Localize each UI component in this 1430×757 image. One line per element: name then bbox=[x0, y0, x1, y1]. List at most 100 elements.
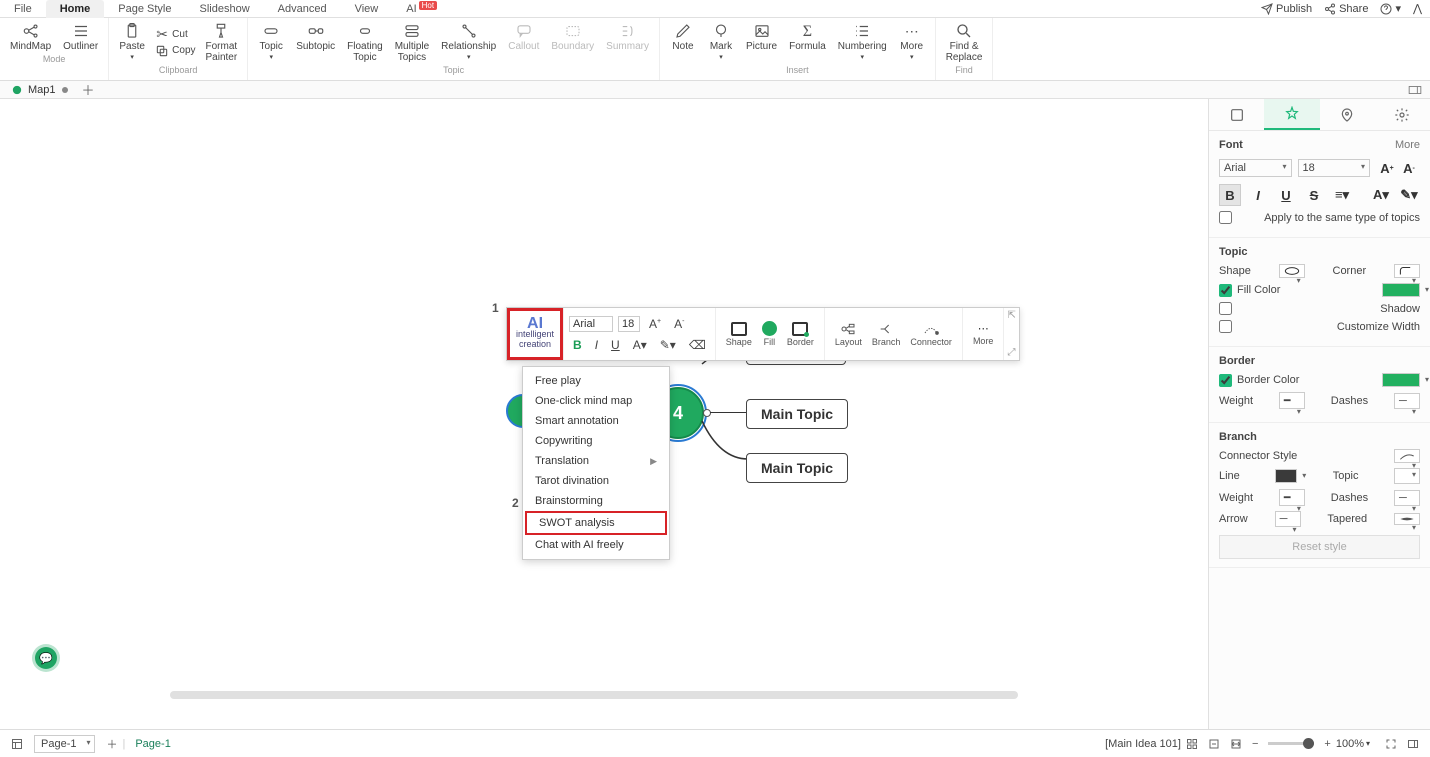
font-color[interactable]: A▾ bbox=[1370, 184, 1392, 206]
zoom-slider[interactable] bbox=[1268, 742, 1314, 745]
copy-button[interactable]: Copy bbox=[151, 43, 199, 59]
ai-creation-button[interactable]: AI intelligent creation bbox=[507, 308, 563, 360]
border-color-swatch[interactable] bbox=[1382, 373, 1420, 387]
publish-button[interactable]: Publish bbox=[1261, 2, 1312, 15]
ai-swot-analysis[interactable]: SWOT analysis bbox=[525, 511, 667, 535]
boundary-button[interactable]: Boundary bbox=[545, 20, 600, 65]
font-family-combo[interactable]: Arial bbox=[569, 316, 613, 332]
outliner-button[interactable]: Outliner bbox=[57, 20, 104, 54]
page-list-icon[interactable] bbox=[6, 738, 28, 750]
more-insert-button[interactable]: ⋯More▾ bbox=[893, 20, 931, 65]
ai-translation[interactable]: Translation▶ bbox=[523, 451, 669, 471]
formula-button[interactable]: ΣFormula bbox=[783, 20, 832, 65]
arrow-select[interactable]: ─ bbox=[1275, 511, 1301, 527]
doctab-map1[interactable]: Map1 bbox=[6, 84, 74, 96]
callout-button[interactable]: Callout bbox=[502, 20, 545, 65]
find-replace-button[interactable]: Find & Replace bbox=[940, 20, 989, 65]
collapse-ribbon[interactable]: ⋀ bbox=[1413, 2, 1422, 15]
ai-free-play[interactable]: Free play bbox=[523, 371, 669, 391]
main-topic-3[interactable]: Main Topic bbox=[746, 453, 848, 483]
highlight-btn[interactable]: ✎▾ bbox=[656, 336, 680, 354]
mindmap-button[interactable]: MindMap bbox=[4, 20, 57, 54]
align-toggle[interactable]: ≡▾ bbox=[1331, 184, 1353, 206]
reset-style-button[interactable]: Reset style bbox=[1219, 535, 1420, 559]
underline-toggle[interactable]: U bbox=[1275, 184, 1297, 206]
shape-btn[interactable]: Shape bbox=[721, 319, 757, 350]
expand-toolbar[interactable]: ⤢ bbox=[1007, 347, 1015, 358]
fill-color-check[interactable] bbox=[1219, 284, 1232, 297]
paste-button[interactable]: Paste▾ bbox=[113, 20, 151, 65]
tab-format[interactable] bbox=[1264, 99, 1319, 130]
menu-file[interactable]: File bbox=[0, 0, 46, 18]
bold-toggle[interactable]: B bbox=[1219, 184, 1241, 206]
add-page[interactable]: ＋ bbox=[101, 736, 122, 752]
help-button[interactable]: ▾ bbox=[1380, 2, 1401, 15]
chat-fab[interactable]: 💬 bbox=[35, 647, 57, 669]
fill-color-swatch[interactable] bbox=[1382, 283, 1420, 297]
custom-width-check[interactable] bbox=[1219, 320, 1232, 333]
tab-tag[interactable] bbox=[1320, 99, 1375, 130]
canvas[interactable]: 1 2 4 Main Topic Main Topic AI intellige… bbox=[0, 99, 1208, 729]
border-dashes-select[interactable]: ─ bbox=[1394, 393, 1420, 409]
shrink-font[interactable]: A- bbox=[670, 315, 688, 333]
font-size-select[interactable]: 18 bbox=[1298, 159, 1371, 177]
horizontal-scrollbar[interactable] bbox=[170, 691, 1018, 699]
cut-button[interactable]: ✂Cut bbox=[151, 27, 199, 43]
format-painter-button[interactable]: Format Painter bbox=[200, 20, 244, 65]
tapered-select[interactable] bbox=[1394, 513, 1420, 525]
apply-same-type-check[interactable] bbox=[1219, 211, 1232, 224]
grow-font-btn[interactable]: A+ bbox=[1376, 157, 1398, 179]
node-handle[interactable] bbox=[703, 409, 711, 417]
ai-chat-freely[interactable]: Chat with AI freely bbox=[523, 535, 669, 555]
fill-btn[interactable]: Fill bbox=[757, 318, 782, 350]
ai-brainstorming[interactable]: Brainstorming bbox=[523, 491, 669, 511]
topic-button[interactable]: Topic▾ bbox=[252, 20, 290, 65]
view-fit-width[interactable] bbox=[1225, 738, 1247, 750]
ai-smart-annotation[interactable]: Smart annotation bbox=[523, 411, 669, 431]
grow-font[interactable]: A+ bbox=[645, 315, 665, 333]
ai-tarot[interactable]: Tarot divination bbox=[523, 471, 669, 491]
zoom-value[interactable]: 100% bbox=[1336, 738, 1364, 750]
subtopic-button[interactable]: Subtopic bbox=[290, 20, 341, 65]
zoom-in[interactable]: + bbox=[1319, 738, 1335, 750]
menu-advanced[interactable]: Advanced bbox=[264, 0, 341, 18]
menu-home[interactable]: Home bbox=[46, 0, 105, 18]
share-button[interactable]: Share bbox=[1324, 2, 1368, 15]
layout-btn[interactable]: Layout bbox=[830, 319, 867, 350]
numbering-button[interactable]: Numbering▾ bbox=[832, 20, 893, 65]
border-btn[interactable]: Border bbox=[782, 319, 819, 350]
branch-weight-select[interactable]: ━ bbox=[1279, 489, 1305, 506]
tab-style[interactable] bbox=[1209, 99, 1264, 130]
panel-toggle[interactable] bbox=[1408, 85, 1430, 95]
fullscreen[interactable] bbox=[1380, 738, 1402, 750]
menu-slideshow[interactable]: Slideshow bbox=[186, 0, 264, 18]
bold-btn[interactable]: B bbox=[569, 336, 586, 354]
menu-ai[interactable]: AIHot bbox=[392, 0, 451, 18]
font-more[interactable]: More bbox=[1395, 139, 1420, 151]
relationship-button[interactable]: Relationship▾ bbox=[435, 20, 502, 65]
mark-button[interactable]: Mark▾ bbox=[702, 20, 740, 65]
italic-toggle[interactable]: I bbox=[1247, 184, 1269, 206]
toolbar-more-btn[interactable]: ⋯More bbox=[968, 319, 999, 349]
main-topic-2[interactable]: Main Topic bbox=[746, 399, 848, 429]
picture-button[interactable]: Picture bbox=[740, 20, 783, 65]
page-tab-1[interactable]: Page-1 bbox=[125, 738, 180, 750]
corner-select[interactable] bbox=[1394, 264, 1420, 278]
tab-settings[interactable] bbox=[1375, 99, 1430, 130]
branch-dashes-select[interactable]: ─ bbox=[1394, 490, 1420, 506]
summary-button[interactable]: Summary bbox=[600, 20, 655, 65]
zoom-out[interactable]: − bbox=[1247, 738, 1263, 750]
shrink-font-btn[interactable]: A- bbox=[1398, 157, 1420, 179]
connector-btn[interactable]: Connector bbox=[905, 319, 957, 350]
multiple-topics-button[interactable]: Multiple Topics bbox=[389, 20, 435, 65]
shape-select[interactable] bbox=[1279, 264, 1305, 278]
border-weight-select[interactable]: ━ bbox=[1279, 392, 1305, 409]
clear-format-btn[interactable]: ⌫ bbox=[685, 336, 710, 354]
menu-view[interactable]: View bbox=[341, 0, 393, 18]
page-select[interactable]: Page-1 bbox=[34, 735, 95, 753]
italic-btn[interactable]: I bbox=[591, 336, 602, 354]
new-doc-button[interactable]: ＋ bbox=[82, 80, 95, 99]
collapse-panel[interactable] bbox=[1402, 738, 1424, 750]
branch-btn[interactable]: Branch bbox=[867, 319, 906, 350]
ai-one-click[interactable]: One-click mind map bbox=[523, 391, 669, 411]
